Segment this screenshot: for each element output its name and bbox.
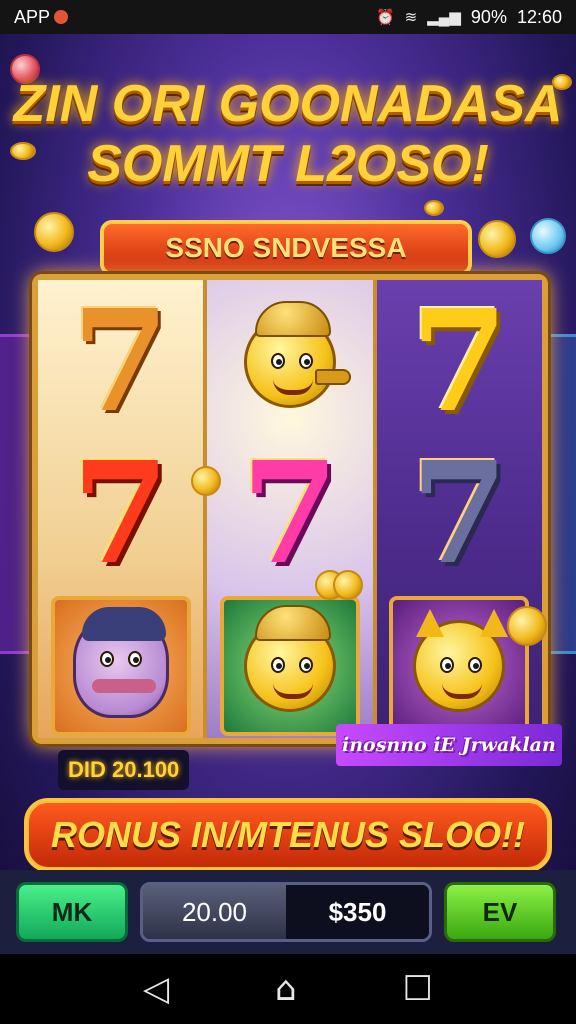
eye-shape bbox=[270, 657, 285, 673]
balance-value: $350 bbox=[286, 885, 429, 939]
reel-symbol: 7 bbox=[213, 440, 366, 588]
coin-icon bbox=[530, 218, 566, 254]
seven-symbol: 7 bbox=[410, 432, 509, 596]
bonus-banner-button[interactable]: RONUS IN/MTENUS SLOO!! bbox=[24, 798, 552, 872]
ears-shape bbox=[410, 609, 514, 639]
reel-symbol: 7 bbox=[383, 440, 536, 588]
eye-shape bbox=[440, 657, 455, 673]
reel-symbol: 7 bbox=[383, 288, 536, 436]
ear-shape bbox=[416, 609, 445, 637]
eye-shape bbox=[298, 657, 313, 673]
headline-line-2: SOMMT L2OSO! bbox=[87, 135, 489, 193]
seven-symbol: 7 bbox=[410, 280, 509, 444]
seven-symbol: 7 bbox=[241, 432, 339, 596]
eye-shape bbox=[127, 651, 142, 667]
control-panel: MK 20.00 $350 EV bbox=[0, 870, 576, 954]
mustache-man-icon bbox=[72, 607, 169, 718]
min-bet-button[interactable]: MK bbox=[16, 882, 128, 942]
android-nav-bar: ◁ ⌂ ☐ bbox=[0, 954, 576, 1024]
status-right: ⏰ ≋ ▂▄▆ 90% 12:60 bbox=[376, 7, 562, 28]
back-icon[interactable]: ◁ bbox=[143, 972, 169, 1006]
eye-shape bbox=[298, 353, 313, 369]
headline-line-1: ZIN ORI GOONADASA bbox=[13, 75, 563, 133]
wifi-icon: ≋ bbox=[404, 9, 418, 26]
horn-shape bbox=[314, 369, 351, 385]
coin-icon bbox=[506, 606, 547, 646]
slot-reels[interactable]: 7 7 7 7 7 bbox=[32, 274, 548, 744]
bet-balance-group: 20.00 $350 bbox=[140, 882, 432, 942]
ear-shape bbox=[480, 609, 509, 637]
win-amount: DID 20.100 bbox=[58, 750, 190, 790]
game-headline: ZIN ORI GOONADASA SOMMT L2OSO! bbox=[0, 74, 576, 194]
coin-icon bbox=[34, 212, 74, 252]
eye-shape bbox=[270, 353, 285, 369]
app-label: APP bbox=[14, 6, 51, 27]
app-notification-icon bbox=[54, 10, 69, 24]
seven-symbol: 7 bbox=[71, 432, 170, 596]
alarm-icon: ⏰ bbox=[375, 9, 395, 26]
max-bet-button[interactable]: EV bbox=[444, 882, 556, 942]
character-tile bbox=[219, 596, 360, 736]
reel-1: 7 7 bbox=[38, 280, 208, 740]
battery-text: 90% bbox=[470, 6, 507, 27]
bonus-caption: inosnno iE Jrwaklan bbox=[336, 724, 562, 766]
seven-symbol: 7 bbox=[71, 280, 170, 444]
helmet-shape bbox=[254, 605, 331, 641]
reel-symbol: 7 bbox=[44, 440, 197, 588]
cat-duck-icon bbox=[413, 609, 509, 712]
coin-icon bbox=[424, 200, 444, 216]
reel-symbol bbox=[213, 592, 366, 740]
status-bar: APP ⏰ ≋ ▂▄▆ 90% 12:60 bbox=[0, 0, 576, 34]
bet-value[interactable]: 20.00 bbox=[143, 885, 286, 939]
hair-shape bbox=[81, 607, 166, 641]
coin-icon bbox=[478, 220, 516, 258]
helmet-duck-icon bbox=[243, 605, 336, 712]
reel-symbol bbox=[213, 288, 366, 436]
slot-game-screen: ZIN ORI GOONADASA SOMMT L2OSO! SSNO SNDV… bbox=[0, 34, 576, 954]
clock-text: 12:60 bbox=[516, 6, 562, 27]
top-banner: SSNO SNDVESSA bbox=[100, 220, 472, 276]
reel-3: 7 7 bbox=[332, 280, 547, 738]
mouth-shape bbox=[442, 683, 483, 699]
reel-symbol bbox=[44, 592, 197, 740]
signal-icon: ▂▄▆ bbox=[427, 9, 461, 26]
hat-shape bbox=[254, 301, 331, 337]
reel-2: 7 bbox=[191, 280, 377, 740]
recents-icon[interactable]: ☐ bbox=[403, 972, 433, 1006]
status-left: APP bbox=[14, 6, 69, 28]
mouth-shape bbox=[272, 379, 313, 395]
reel-symbol: 7 bbox=[44, 288, 197, 436]
character-tile bbox=[50, 596, 191, 736]
home-icon[interactable]: ⌂ bbox=[275, 972, 297, 1006]
mouth-shape bbox=[272, 683, 313, 699]
coin-icon bbox=[332, 570, 363, 600]
horn-duck-icon bbox=[243, 301, 351, 408]
mustache-shape bbox=[91, 679, 156, 693]
eye-shape bbox=[468, 657, 483, 673]
eye-shape bbox=[99, 651, 114, 667]
